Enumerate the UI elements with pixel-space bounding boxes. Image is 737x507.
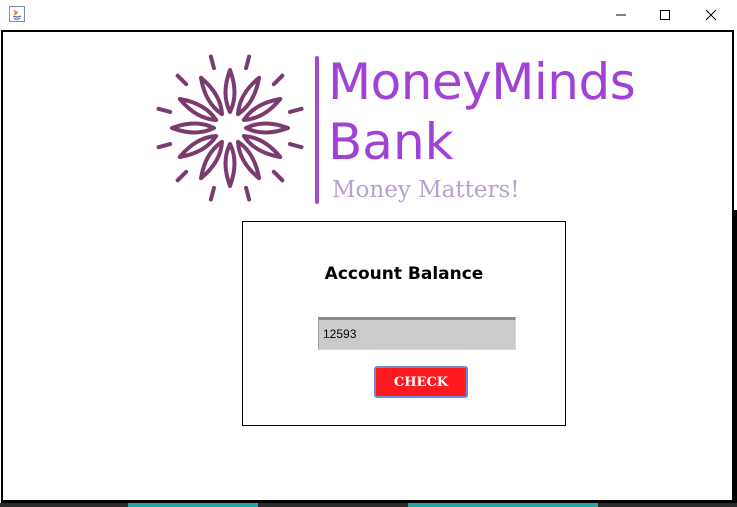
logo-spike <box>175 169 189 183</box>
logo-divider <box>315 56 319 204</box>
logo-spike <box>287 142 304 150</box>
logo-spike <box>271 73 285 87</box>
logo-spike <box>271 169 285 183</box>
logo-petal <box>199 139 224 181</box>
logo-petal <box>236 139 261 181</box>
brand-name-line1: MoneyMinds <box>328 53 636 111</box>
account-balance-panel: Account Balance 12593 CHECK <box>242 221 566 426</box>
logo-spike <box>244 54 252 71</box>
maximize-icon <box>659 6 671 25</box>
brand-name-line2: Bank <box>328 113 454 171</box>
brand-tagline: Money Matters! <box>332 177 520 203</box>
logo-petal <box>177 97 219 122</box>
logo-petal <box>177 134 219 159</box>
logo-petal <box>236 75 261 117</box>
panel-title: Account Balance <box>324 264 484 284</box>
logo-petal <box>170 121 216 135</box>
logo-spike <box>156 142 173 150</box>
logo-petal <box>199 75 224 117</box>
app-window: MoneyMinds Bank Money Matters! Account B… <box>0 0 737 507</box>
logo-spike <box>175 73 189 87</box>
minimize-icon <box>615 6 627 25</box>
logo-petal <box>241 134 283 159</box>
close-button[interactable] <box>688 0 734 30</box>
minimize-button[interactable] <box>598 0 644 30</box>
logo-spike <box>156 106 173 114</box>
check-button[interactable]: CHECK <box>374 366 468 398</box>
logo-petal <box>223 68 237 114</box>
title-bar[interactable] <box>0 0 737 30</box>
logo-petal <box>223 142 237 188</box>
logo-spike <box>208 185 216 202</box>
balance-field[interactable]: 12593 <box>318 317 516 350</box>
logo-spike <box>287 106 304 114</box>
logo-petal <box>241 97 283 122</box>
close-icon <box>705 6 717 25</box>
java-app-icon <box>9 6 25 22</box>
maximize-button[interactable] <box>642 0 688 30</box>
logo-spike <box>244 185 252 202</box>
bottom-edge <box>0 503 737 507</box>
logo-petal <box>244 121 290 135</box>
logo-spike <box>208 54 216 71</box>
